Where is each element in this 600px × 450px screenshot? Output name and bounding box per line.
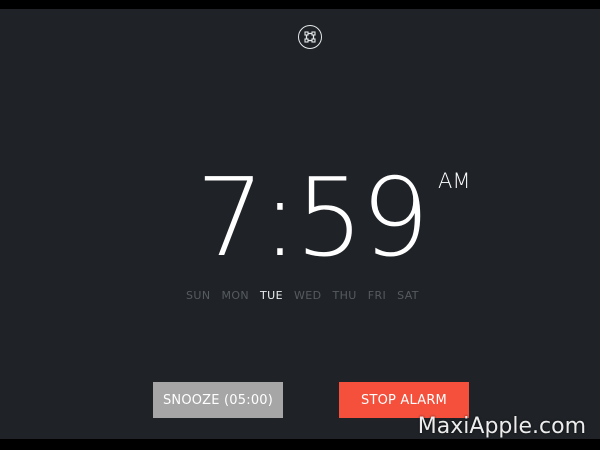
fullscreen-icon [304, 31, 316, 43]
stop-alarm-button-label: STOP ALARM [361, 392, 447, 408]
day-sat[interactable]: SAT [397, 287, 419, 305]
day-wed[interactable]: WED [294, 287, 322, 305]
day-sun[interactable]: SUN [186, 287, 210, 305]
alarm-time: 7:59 [196, 156, 430, 281]
weekday-row: SUN MON TUE WED THU FRI SAT [186, 287, 430, 305]
screen: 7:59 AM SUN MON TUE WED THU FRI SAT SNOOZE (05… [0, 0, 600, 450]
fullscreen-button[interactable] [298, 25, 322, 49]
day-fri[interactable]: FRI [368, 287, 386, 305]
day-thu[interactable]: THU [332, 287, 356, 305]
day-mon[interactable]: MON [221, 287, 249, 305]
meridiem-label: AM [438, 169, 471, 193]
snooze-button-label: SNOOZE (05:00) [162, 392, 274, 408]
watermark: MaxiApple.com [417, 414, 586, 439]
alarm-clock-app: 7:59 AM SUN MON TUE WED THU FRI SAT SNOOZE (05… [0, 9, 600, 439]
day-tue[interactable]: TUE [260, 287, 283, 305]
stop-alarm-button[interactable]: STOP ALARM [339, 382, 469, 418]
snooze-button[interactable]: SNOOZE (05:00) [153, 382, 283, 418]
